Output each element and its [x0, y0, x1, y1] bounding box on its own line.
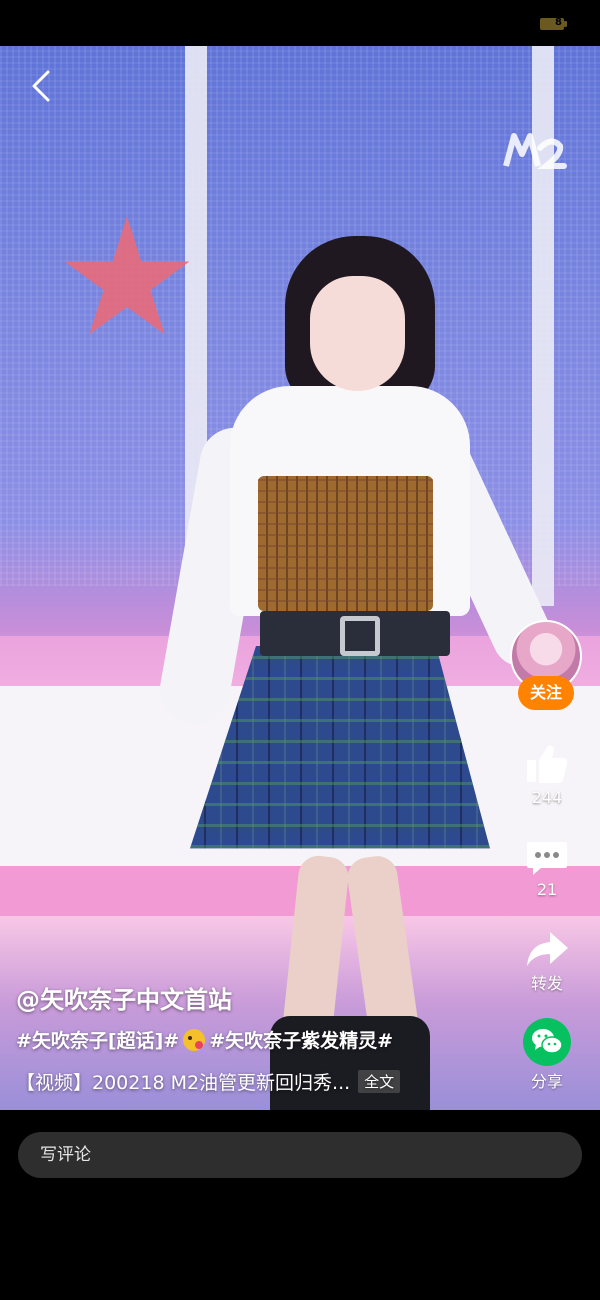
performer-face	[310, 276, 405, 391]
hashtag-link[interactable]: #矢吹奈子[超话]#	[16, 1030, 179, 1052]
caption-text: 【视频】200218 M2油管更新回归秀...	[16, 1072, 351, 1094]
share-label: 分享	[530, 1072, 563, 1091]
follow-button[interactable]: 关注	[518, 676, 574, 710]
post-caption: 【视频】200218 M2油管更新回归秀... 全文	[16, 1068, 401, 1095]
performer-buckle	[340, 616, 380, 656]
performer-plaid-top	[258, 476, 433, 611]
wechat-share-button[interactable]: 分享	[512, 1018, 582, 1092]
hashtag-line: #矢吹奈子[超话]# #矢吹奈子紫发精灵#	[16, 1026, 393, 1053]
battery-tip	[564, 21, 567, 27]
performer-skirt	[190, 646, 490, 849]
performer-figure	[150, 236, 563, 1110]
tongue-emoji-icon	[183, 1029, 206, 1051]
chevron-left-icon	[32, 70, 50, 102]
status-bar: 8	[0, 0, 600, 46]
comment-input[interactable]: 写评论	[18, 1132, 582, 1178]
repost-button[interactable]: 转发	[512, 930, 582, 994]
wechat-icon-badge	[523, 1018, 571, 1066]
comment-button[interactable]: 21	[512, 838, 582, 899]
like-button[interactable]: 244	[512, 742, 582, 807]
thumbs-up-icon	[527, 745, 568, 783]
comment-bar: 写评论	[0, 1110, 600, 1300]
repost-label: 转发	[530, 974, 563, 993]
hashtag-link[interactable]: #矢吹奈子紫发精灵#	[209, 1030, 393, 1052]
comment-count: 21	[536, 880, 558, 899]
battery-level: 8	[555, 17, 562, 28]
author-name-link[interactable]: @矢吹奈子中文首站	[16, 980, 232, 1015]
channel-logo	[500, 126, 570, 181]
wechat-icon	[532, 1029, 563, 1054]
full-text-button[interactable]: 全文	[358, 1070, 401, 1093]
like-count: 244	[531, 788, 563, 807]
video-player[interactable]	[0, 46, 600, 1110]
speech-bubble-icon	[527, 842, 567, 875]
m2-logo-icon	[503, 133, 567, 169]
back-button[interactable]	[22, 66, 62, 106]
share-arrow-icon	[527, 932, 568, 966]
